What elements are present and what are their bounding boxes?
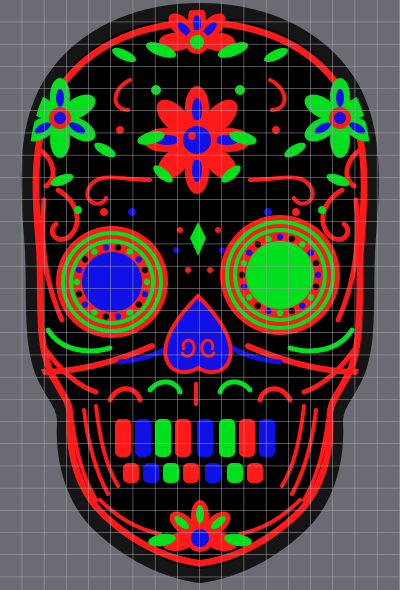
sugar-skull-artwork <box>0 0 400 590</box>
grid-overlay <box>0 0 400 590</box>
